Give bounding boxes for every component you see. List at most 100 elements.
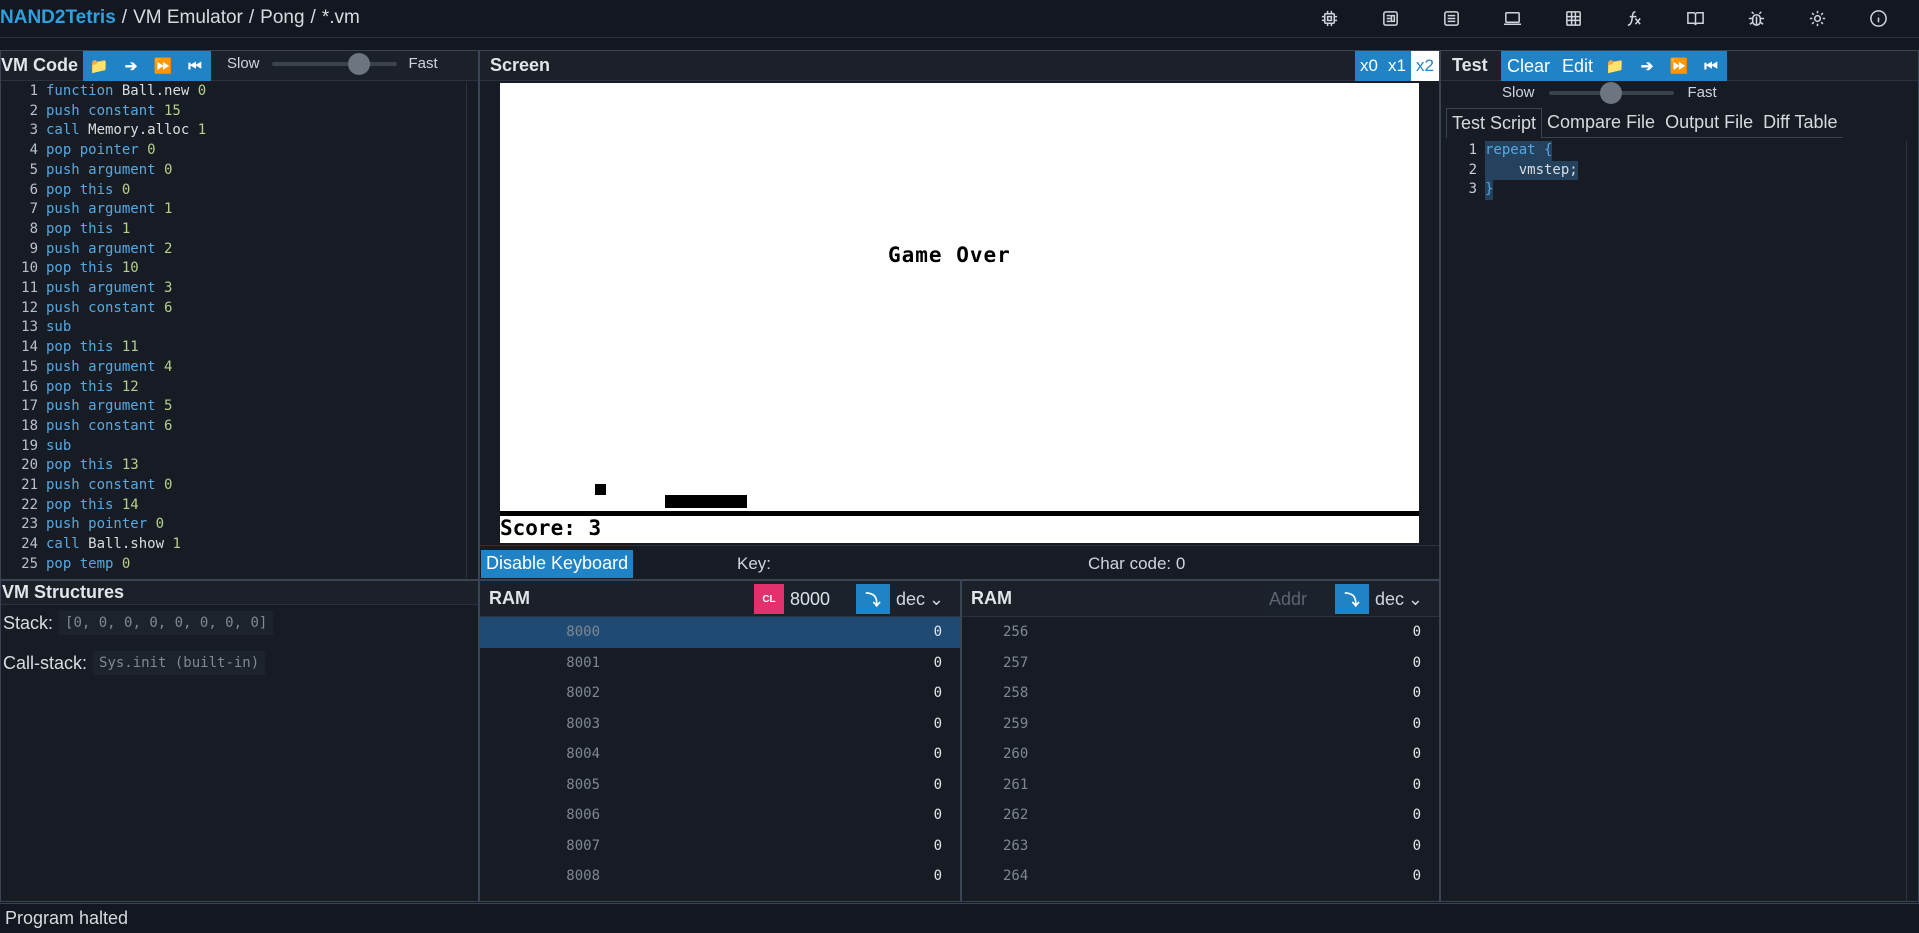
tab-output-file[interactable]: Output File (1660, 108, 1759, 138)
table-row[interactable]: 8008 0 (480, 861, 960, 892)
code-line[interactable]: 16 pop this 12 (1, 378, 466, 398)
code-line[interactable]: 8 pop this 1 (1, 220, 466, 240)
vm-code-scrollbar[interactable] (466, 82, 476, 578)
ram-value[interactable]: 0 (1413, 624, 1439, 640)
ram-value[interactable]: 0 (1413, 777, 1439, 793)
ram-value[interactable]: 0 (934, 777, 960, 793)
jump-to-address-icon[interactable]: ⤵ (856, 584, 890, 614)
table-row[interactable]: 8002 0 (480, 678, 960, 709)
table-row[interactable]: 257 0 (962, 648, 1439, 679)
code-line[interactable]: 17 push argument 5 (1, 397, 466, 417)
code-line[interactable]: 9 push argument 2 (1, 240, 466, 260)
script-line[interactable]: 2 vmstep; (1441, 160, 1906, 181)
breadcrumb-item[interactable]: VM Emulator (133, 7, 243, 28)
table-row[interactable]: 264 0 (962, 861, 1439, 892)
code-line[interactable]: 22 pop this 14 (1, 496, 466, 516)
ram-value[interactable]: 0 (1413, 868, 1439, 884)
ram-value[interactable]: 0 (1413, 746, 1439, 762)
table-row[interactable]: 262 0 (962, 800, 1439, 831)
code-line[interactable]: 5 push argument 0 (1, 161, 466, 181)
code-line[interactable]: 21 push constant 0 (1, 476, 466, 496)
assembler-icon[interactable] (1421, 6, 1482, 30)
table-row[interactable]: 8004 0 (480, 739, 960, 770)
table-row[interactable]: 8005 0 (480, 770, 960, 801)
table-row[interactable]: 8007 0 (480, 831, 960, 862)
ram-address-input[interactable]: Addr (1263, 584, 1335, 614)
tab-diff-table[interactable]: Diff Table (1758, 108, 1843, 138)
code-line[interactable]: 11 push argument 3 (1, 279, 466, 299)
bug-icon[interactable] (1726, 6, 1787, 30)
jump-to-address-icon[interactable]: ⤵ (1335, 584, 1369, 614)
test-speed-slider[interactable] (1548, 81, 1674, 104)
compiler-grid-icon[interactable] (1543, 6, 1604, 30)
test-script-scrollbar[interactable] (1906, 141, 1918, 901)
tab-compare-file[interactable]: Compare File (1542, 108, 1661, 138)
table-row[interactable]: 256 0 (962, 617, 1439, 648)
reset-rewind-icon[interactable]: ⏮ (1695, 52, 1728, 80)
script-line[interactable]: 3} (1441, 180, 1906, 201)
ram-value[interactable]: 0 (1413, 838, 1439, 854)
clear-ram-button[interactable]: CL (754, 584, 784, 614)
zoom-x1-button[interactable]: x1 (1383, 51, 1411, 81)
ram-right-table[interactable]: 256 0 257 0 258 0 259 0 260 0 261 0 262 0 263 0 264 0 (962, 617, 1439, 892)
code-line[interactable]: 25 pop temp 0 (1, 555, 466, 575)
open-folder-icon[interactable]: 📁 (83, 52, 115, 80)
table-row[interactable]: 260 0 (962, 739, 1439, 770)
table-row[interactable]: 261 0 (962, 770, 1439, 801)
table-row[interactable]: 8001 0 (480, 648, 960, 679)
code-line[interactable]: 3 call Memory.alloc 1 (1, 121, 466, 141)
ram-format-select[interactable]: dec ⌄ (890, 584, 950, 614)
code-line[interactable]: 7 push argument 1 (1, 200, 466, 220)
code-line[interactable]: 6 pop this 0 (1, 181, 466, 201)
step-icon[interactable]: ➔ (115, 52, 147, 80)
ram-value[interactable]: 0 (934, 838, 960, 854)
code-line[interactable]: 10 pop this 10 (1, 259, 466, 279)
speed-slider-knob[interactable] (1600, 81, 1623, 104)
code-line[interactable]: 1 function Ball.new 0 (1, 82, 466, 102)
code-line[interactable]: 19 sub (1, 437, 466, 457)
vm-screen-icon[interactable] (1482, 6, 1543, 30)
ram-value[interactable]: 0 (1413, 685, 1439, 701)
ram-value[interactable]: 0 (1413, 807, 1439, 823)
zoom-x0-button[interactable]: x0 (1355, 51, 1383, 81)
ram-value[interactable]: 0 (1413, 716, 1439, 732)
table-row[interactable]: 263 0 (962, 831, 1439, 862)
code-line[interactable]: 13 sub (1, 318, 466, 338)
ram-value[interactable]: 0 (934, 807, 960, 823)
ram-value[interactable]: 0 (1413, 655, 1439, 671)
ram-left-table[interactable]: 8000 0 8001 0 8002 0 8003 0 8004 0 8005 0 8006 0 8007 0… (480, 617, 960, 892)
table-row[interactable]: 259 0 (962, 709, 1439, 740)
run-fast-forward-icon[interactable]: ⏩ (147, 52, 179, 80)
code-line[interactable]: 18 push constant 6 (1, 417, 466, 437)
cpu-icon[interactable] (1360, 6, 1421, 30)
ram-value[interactable]: 0 (934, 716, 960, 732)
code-line[interactable]: 23 push pointer 0 (1, 515, 466, 535)
code-line[interactable]: 14 pop this 11 (1, 338, 466, 358)
table-row[interactable]: 8006 0 (480, 800, 960, 831)
gear-icon[interactable] (1787, 6, 1848, 30)
ram-address-input[interactable]: 8000 (784, 584, 856, 614)
speed-slider-knob[interactable] (348, 52, 371, 75)
ram-value[interactable]: 0 (934, 868, 960, 884)
step-icon[interactable]: ➔ (1631, 52, 1664, 80)
ram-format-select[interactable]: dec ⌄ (1369, 584, 1429, 614)
edit-button[interactable]: Edit (1556, 56, 1599, 77)
open-folder-icon[interactable]: 📁 (1599, 52, 1632, 80)
vm-code-editor[interactable]: 1 function Ball.new 0 2 push constant 15 3 ca… (1, 82, 466, 578)
test-script-editor[interactable]: 1 repeat {2 vmstep; 3} (1441, 141, 1906, 201)
ram-value[interactable]: 0 (934, 624, 960, 640)
table-row[interactable]: 258 0 (962, 678, 1439, 709)
book-icon[interactable] (1665, 6, 1726, 30)
ram-value[interactable]: 0 (934, 746, 960, 762)
code-line[interactable]: 2 push constant 15 (1, 102, 466, 122)
ram-value[interactable]: 0 (934, 655, 960, 671)
info-icon[interactable] (1848, 6, 1909, 30)
code-line[interactable]: 24 call Ball.show 1 (1, 535, 466, 555)
code-line[interactable]: 12 push constant 6 (1, 299, 466, 319)
disable-keyboard-button[interactable]: Disable Keyboard (481, 549, 634, 578)
run-fast-forward-icon[interactable]: ⏩ (1663, 52, 1696, 80)
table-row[interactable]: 8003 0 (480, 709, 960, 740)
breadcrumb-item[interactable]: Pong (260, 7, 304, 28)
code-line[interactable]: 15 push argument 4 (1, 358, 466, 378)
tab-test-script[interactable]: Test Script (1446, 108, 1543, 138)
